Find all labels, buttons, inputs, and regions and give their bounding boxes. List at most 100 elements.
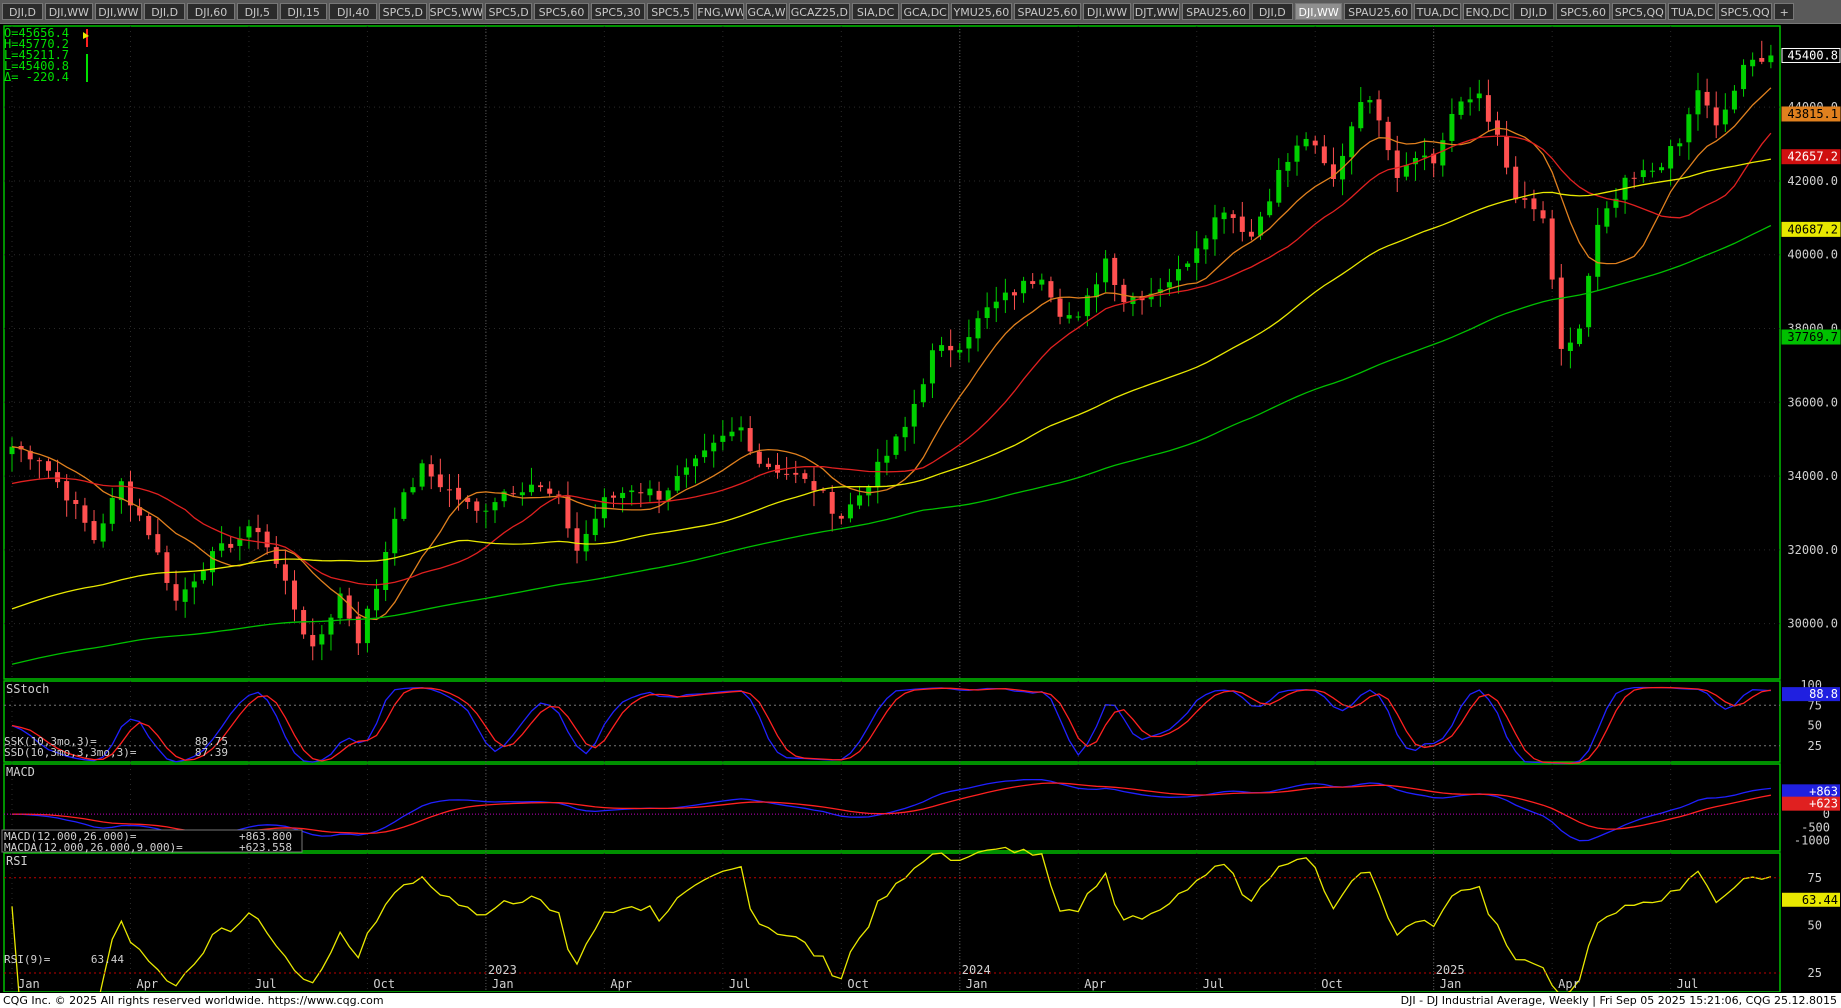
tab-dji-5[interactable]: DJI,5 (236, 3, 278, 20)
candle-down (164, 552, 170, 583)
tab-djt-ww[interactable]: DJT,WW (1132, 3, 1181, 20)
ohlc-delta: Δ= -220.4 (4, 70, 69, 84)
tab-spau25-60[interactable]: SPAU25,60 (1182, 3, 1250, 20)
candle-down (45, 461, 51, 471)
candle-down (1558, 277, 1564, 349)
tab-dji-ww[interactable]: DJI,WW (1294, 3, 1343, 20)
candle-down (556, 494, 562, 496)
candle-down (1376, 99, 1382, 121)
candle-down (264, 531, 270, 548)
candle-down (610, 495, 616, 498)
time-axis-label: Apr (1558, 977, 1580, 991)
candle-down (829, 492, 835, 514)
candle-down (775, 464, 781, 473)
tab-spc5-5[interactable]: SPC5,5 (646, 3, 695, 20)
candle-up (683, 467, 689, 475)
rsi-title: RSI (6, 854, 28, 868)
candle-up (1166, 282, 1172, 288)
rsi-panel (3, 852, 1781, 992)
candle-up (1567, 342, 1573, 351)
macd-title: MACD (6, 765, 35, 779)
candle-up (1467, 99, 1473, 103)
tab-tua-dc[interactable]: TUA,DC (1668, 3, 1716, 20)
candle-down (656, 490, 662, 500)
time-axis-label: Jan (18, 977, 40, 991)
tab-tua-dc[interactable]: TUA,DC (1413, 3, 1462, 20)
tab-gcaz25-d[interactable]: GCAZ25,D (789, 3, 850, 20)
candle-down (756, 451, 762, 464)
tab-spc5-qq[interactable]: SPC5,QQ (1612, 3, 1667, 20)
candle-up (966, 337, 972, 349)
candle-down (538, 485, 544, 488)
candle-down (565, 496, 571, 529)
candle-up (1258, 216, 1264, 236)
price-marker-label: 40687.2 (1787, 222, 1838, 236)
candle-up (1185, 263, 1191, 267)
candle-up (1458, 101, 1464, 115)
time-axis-label: Oct (1321, 977, 1343, 991)
tab-dji-d[interactable]: DJI,D (1513, 3, 1554, 20)
candle-down (574, 528, 580, 551)
candle-down (1321, 146, 1327, 164)
tab-gca-w[interactable]: GCA,W (746, 3, 787, 20)
tab-spc5-qq[interactable]: SPC5,QQ (1718, 3, 1773, 20)
tab-dji-d[interactable]: DJI,D (1251, 3, 1293, 20)
candle-up (1221, 212, 1227, 220)
candle-down (474, 501, 480, 511)
candle-down (638, 492, 644, 494)
tab-spc5-60[interactable]: SPC5,60 (1556, 3, 1611, 20)
rsi-axis-tick: 75 (1808, 871, 1822, 885)
candle-down (1759, 57, 1765, 62)
tab-spau25-60[interactable]: SPAU25,60 (1013, 3, 1082, 20)
price-panel (3, 25, 1781, 680)
tab-dji-ww[interactable]: DJI,WW (45, 3, 93, 20)
price-axis-tick: 40000.0 (1787, 248, 1838, 262)
price-axis-tick: 34000.0 (1787, 469, 1838, 483)
macd-axis-tick: -1000 (1794, 833, 1830, 847)
candle-up (319, 634, 325, 645)
candle-up (720, 435, 726, 442)
price-axis-tick: 42000.0 (1787, 174, 1838, 188)
candle-down (428, 464, 434, 477)
ohlc-green-bar (86, 54, 88, 82)
tab-spc5-60[interactable]: SPC5,60 (534, 3, 589, 20)
candle-down (1713, 107, 1719, 126)
instrument-info: DJI - DJ Industrial Average, Weekly | Fr… (1400, 994, 1837, 1007)
candle-up (9, 446, 15, 455)
rsi-value: 63.44 (91, 953, 124, 966)
candle-down (1230, 214, 1236, 218)
candle-up (1176, 269, 1182, 281)
status-footer: CQG Inc. © 2025 All rights reserved worl… (0, 993, 1841, 1008)
time-axis-label: Jan (492, 977, 514, 991)
tab-sia-dc[interactable]: SIA,DC (851, 3, 900, 20)
year-axis-label: 2025 (1436, 963, 1465, 977)
candle-up (693, 458, 699, 467)
price-chart[interactable]: 44000.042000.040000.038000.036000.034000… (0, 24, 1841, 992)
tab-dji-40[interactable]: DJI,40 (329, 3, 377, 20)
tab-ymu25-60[interactable]: YMU25,60 (951, 3, 1012, 20)
candle-up (857, 495, 863, 506)
tab-fng-ww[interactable]: FNG,WW (696, 3, 744, 20)
tab-dji-d[interactable]: DJI,D (144, 3, 186, 20)
candle-up (374, 588, 380, 611)
candle-down (1048, 281, 1054, 298)
candle-up (583, 533, 589, 552)
time-axis-label: Apr (610, 977, 632, 991)
tab-dji-d[interactable]: DJI,D (2, 3, 43, 20)
tab-spau25-60[interactable]: SPAU25,60 (1344, 3, 1412, 20)
add-tab-button[interactable]: + (1774, 3, 1795, 20)
tab-gca-dc[interactable]: GCA,DC (901, 3, 949, 20)
tab-spc5-ww[interactable]: SPC5,WW (428, 3, 483, 20)
tab-dji-ww[interactable]: DJI,WW (1083, 3, 1131, 20)
tab-spc5-d[interactable]: SPC5,D (484, 3, 533, 20)
tab-spc5-d[interactable]: SPC5,D (379, 3, 427, 20)
candle-down (1121, 284, 1127, 303)
candle-up (1002, 292, 1008, 301)
tab-dji-15[interactable]: DJI,15 (279, 3, 328, 20)
tab-spc5-30[interactable]: SPC5,30 (590, 3, 645, 20)
tab-enq-dc[interactable]: ENQ,DC (1463, 3, 1511, 20)
tab-dji-60[interactable]: DJI,60 (187, 3, 235, 20)
candle-down (1522, 198, 1528, 200)
tab-dji-ww[interactable]: DJI,WW (94, 3, 143, 20)
price-axis-tick: 32000.0 (1787, 543, 1838, 557)
